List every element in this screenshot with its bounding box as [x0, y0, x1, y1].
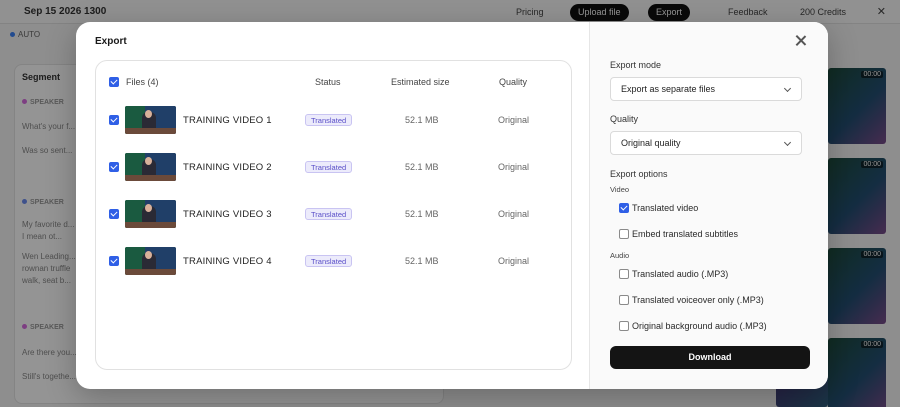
file-size: 52.1 MB: [405, 115, 439, 125]
select-all-checkbox[interactable]: [109, 77, 119, 87]
modal-title: Export: [95, 36, 127, 47]
file-name: TRAINING VIDEO 4: [183, 256, 272, 267]
download-button[interactable]: Download: [610, 346, 810, 369]
file-quality: Original: [498, 115, 530, 125]
option-label: Translated video: [632, 203, 699, 213]
file-quality: Original: [498, 209, 530, 219]
video-thumbnail: [125, 106, 176, 134]
chevron-down-icon: [783, 84, 792, 93]
option-label: Translated voiceover only (.MP3): [632, 295, 764, 305]
export-mode-value: Export as separate files: [621, 84, 716, 94]
file-checkbox[interactable]: [109, 256, 119, 266]
file-name: TRAINING VIDEO 2: [183, 162, 272, 173]
file-name: TRAINING VIDEO 1: [183, 115, 272, 126]
files-section: Export Files (4) Status Estimated size Q…: [76, 22, 589, 389]
export-options-label: Export options: [610, 169, 668, 179]
file-quality: Original: [498, 162, 530, 172]
file-row: TRAINING VIDEO 4 Translated 52.1 MB Orig…: [96, 247, 573, 275]
files-count-header: Files (4): [126, 77, 159, 87]
settings-section: Export mode Export as separate files Qua…: [589, 22, 828, 389]
file-checkbox[interactable]: [109, 115, 119, 125]
video-thumbnail: [125, 247, 176, 275]
file-row: TRAINING VIDEO 3 Translated 52.1 MB Orig…: [96, 200, 573, 228]
file-checkbox[interactable]: [109, 162, 119, 172]
quality-label: Quality: [610, 114, 639, 124]
file-size: 52.1 MB: [405, 256, 439, 266]
video-thumbnail: [125, 200, 176, 228]
translated-audio-checkbox[interactable]: [619, 269, 629, 279]
embed-subtitles-checkbox[interactable]: [619, 229, 629, 239]
video-thumbnail: [125, 153, 176, 181]
export-modal: Export Files (4) Status Estimated size Q…: [76, 22, 828, 389]
export-mode-label: Export mode: [610, 60, 662, 70]
audio-section-label: Audio: [610, 251, 630, 260]
export-mode-select[interactable]: Export as separate files: [610, 77, 802, 101]
quality-select[interactable]: Original quality: [610, 131, 802, 155]
file-size: 52.1 MB: [405, 162, 439, 172]
close-icon[interactable]: [794, 34, 808, 48]
option-label: Translated audio (.MP3): [632, 269, 729, 279]
video-section-label: Video: [610, 185, 630, 194]
file-checkbox[interactable]: [109, 209, 119, 219]
quality-value: Original quality: [621, 138, 681, 148]
status-column-header: Status: [315, 77, 341, 87]
option-label: Original background audio (.MP3): [632, 321, 767, 331]
status-badge: Translated: [305, 255, 353, 267]
status-badge: Translated: [305, 114, 353, 126]
chevron-down-icon: [783, 138, 792, 147]
option-label: Embed translated subtitles: [632, 229, 739, 239]
voiceover-only-checkbox[interactable]: [619, 295, 629, 305]
file-row: TRAINING VIDEO 1 Translated 52.1 MB Orig…: [96, 106, 573, 134]
status-badge: Translated: [305, 208, 353, 220]
file-size: 52.1 MB: [405, 209, 439, 219]
file-row: TRAINING VIDEO 2 Translated 52.1 MB Orig…: [96, 153, 573, 181]
files-table: Files (4) Status Estimated size Quality …: [95, 60, 572, 370]
status-badge: Translated: [305, 161, 353, 173]
background-audio-checkbox[interactable]: [619, 321, 629, 331]
file-name: TRAINING VIDEO 3: [183, 209, 272, 220]
file-quality: Original: [498, 256, 530, 266]
quality-column-header: Quality: [499, 77, 528, 87]
translated-video-checkbox[interactable]: [619, 203, 629, 213]
size-column-header: Estimated size: [391, 77, 450, 87]
